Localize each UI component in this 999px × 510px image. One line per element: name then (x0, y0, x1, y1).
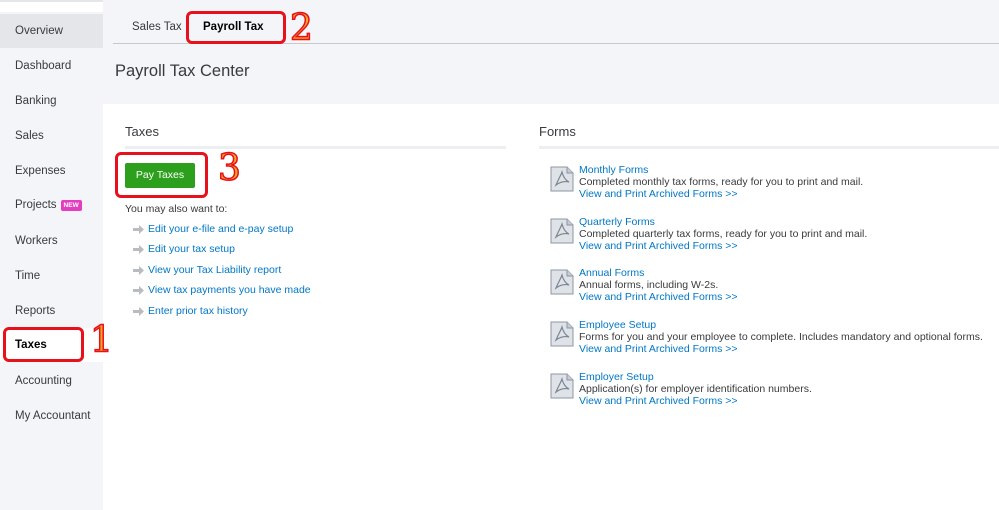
pdf-document-icon (550, 321, 574, 347)
arrow-right-icon (133, 225, 144, 234)
form-item-employer-setup: Employer Setup Application(s) for employ… (549, 371, 989, 416)
taxes-section-rule (125, 146, 506, 149)
annotation-number-2: 2 (289, 8, 313, 49)
pdf-document-icon (550, 166, 574, 192)
link-label: Edit your tax setup (148, 243, 235, 255)
annotation-number-3: 3 (217, 148, 241, 189)
form-item-quarterly: Quarterly Forms Completed quarterly tax … (549, 216, 989, 261)
pdf-document-icon (550, 373, 574, 399)
sidebar-item-banking[interactable]: Banking (0, 84, 103, 118)
form-item-monthly: Monthly Forms Completed monthly tax form… (549, 164, 989, 209)
arrow-right-icon (133, 286, 144, 295)
sidebar-item-accounting[interactable]: Accounting (0, 364, 103, 398)
sidebar-item-label: Overview (15, 25, 63, 37)
form-item-employee-setup: Employee Setup Forms for you and your em… (549, 319, 989, 364)
link-label: View tax payments you have made (148, 284, 311, 296)
sidebar-item-label: Time (15, 270, 41, 282)
sidebar-item-time[interactable]: Time (0, 259, 103, 293)
form-description: Forms for you and your employee to compl… (579, 331, 983, 343)
sidebar-item-workers[interactable]: Workers (0, 224, 103, 258)
form-description: Completed quarterly tax forms, ready for… (579, 228, 868, 240)
view-archived-forms-link[interactable]: View and Print Archived Forms >> (579, 240, 738, 252)
pdf-document-icon (550, 269, 574, 295)
sidebar-item-sales[interactable]: Sales (0, 119, 103, 153)
monthly-forms-link[interactable]: Monthly Forms (579, 164, 648, 176)
quarterly-forms-link[interactable]: Quarterly Forms (579, 216, 655, 228)
sidebar-item-label: Projects (15, 199, 57, 211)
sidebar-item-label: Reports (15, 305, 56, 317)
arrow-right-icon (133, 307, 144, 316)
form-description: Annual forms, including W-2s. (579, 279, 719, 291)
sidebar-item-label: Sales (15, 130, 44, 142)
sidebar-item-label: Banking (15, 95, 57, 107)
form-description: Application(s) for employer identificati… (579, 383, 812, 395)
form-item-annual: Annual Forms Annual forms, including W-2… (549, 267, 989, 312)
annual-forms-link[interactable]: Annual Forms (579, 267, 644, 279)
annotation-box-taxes (3, 327, 84, 362)
view-archived-forms-link[interactable]: View and Print Archived Forms >> (579, 188, 738, 200)
taxes-section-title: Taxes (125, 124, 159, 139)
sidebar-item-overview[interactable]: Overview (0, 14, 103, 48)
pdf-document-icon (550, 218, 574, 244)
sidebar-item-label: Workers (15, 235, 58, 247)
sidebar-item-expenses[interactable]: Expenses (0, 154, 103, 188)
sidebar-item-dashboard[interactable]: Dashboard (0, 49, 103, 83)
employer-setup-link[interactable]: Employer Setup (579, 371, 654, 383)
new-badge: NEW (60, 200, 82, 211)
also-want-hint: You may also want to: (125, 203, 228, 215)
page-title: Payroll Tax Center (115, 62, 250, 80)
view-archived-forms-link[interactable]: View and Print Archived Forms >> (579, 343, 738, 355)
sidebar-item-label: Expenses (15, 165, 66, 177)
sidebar-item-label: Accounting (15, 375, 72, 387)
sidebar-item-label: Dashboard (15, 60, 72, 72)
tab-sales-tax[interactable]: Sales Tax (132, 12, 182, 43)
sidebar-item-projects[interactable]: Projects NEW (0, 188, 103, 222)
view-archived-forms-link[interactable]: View and Print Archived Forms >> (579, 291, 738, 303)
arrow-right-icon (133, 245, 144, 254)
link-label: Edit your e-file and e-pay setup (148, 223, 294, 235)
link-label: Enter prior tax history (148, 305, 248, 317)
form-description: Completed monthly tax forms, ready for y… (579, 176, 864, 188)
link-label: View your Tax Liability report (148, 264, 282, 276)
annotation-number-1: 1 (89, 320, 113, 361)
sidebar: Overview Dashboard Banking Sales Expense… (0, 12, 103, 510)
forms-section-title: Forms (539, 124, 576, 139)
forms-section-rule (539, 146, 999, 149)
sidebar-item-label: My Accountant (15, 410, 91, 422)
annotation-box-payroll-tab (186, 11, 286, 44)
view-archived-forms-link[interactable]: View and Print Archived Forms >> (579, 395, 738, 407)
employee-setup-link[interactable]: Employee Setup (579, 319, 656, 331)
sidebar-item-my-accountant[interactable]: My Accountant (0, 399, 103, 433)
annotation-box-pay-taxes (115, 152, 208, 198)
arrow-right-icon (133, 266, 144, 275)
sidebar-item-reports[interactable]: Reports (0, 294, 103, 328)
